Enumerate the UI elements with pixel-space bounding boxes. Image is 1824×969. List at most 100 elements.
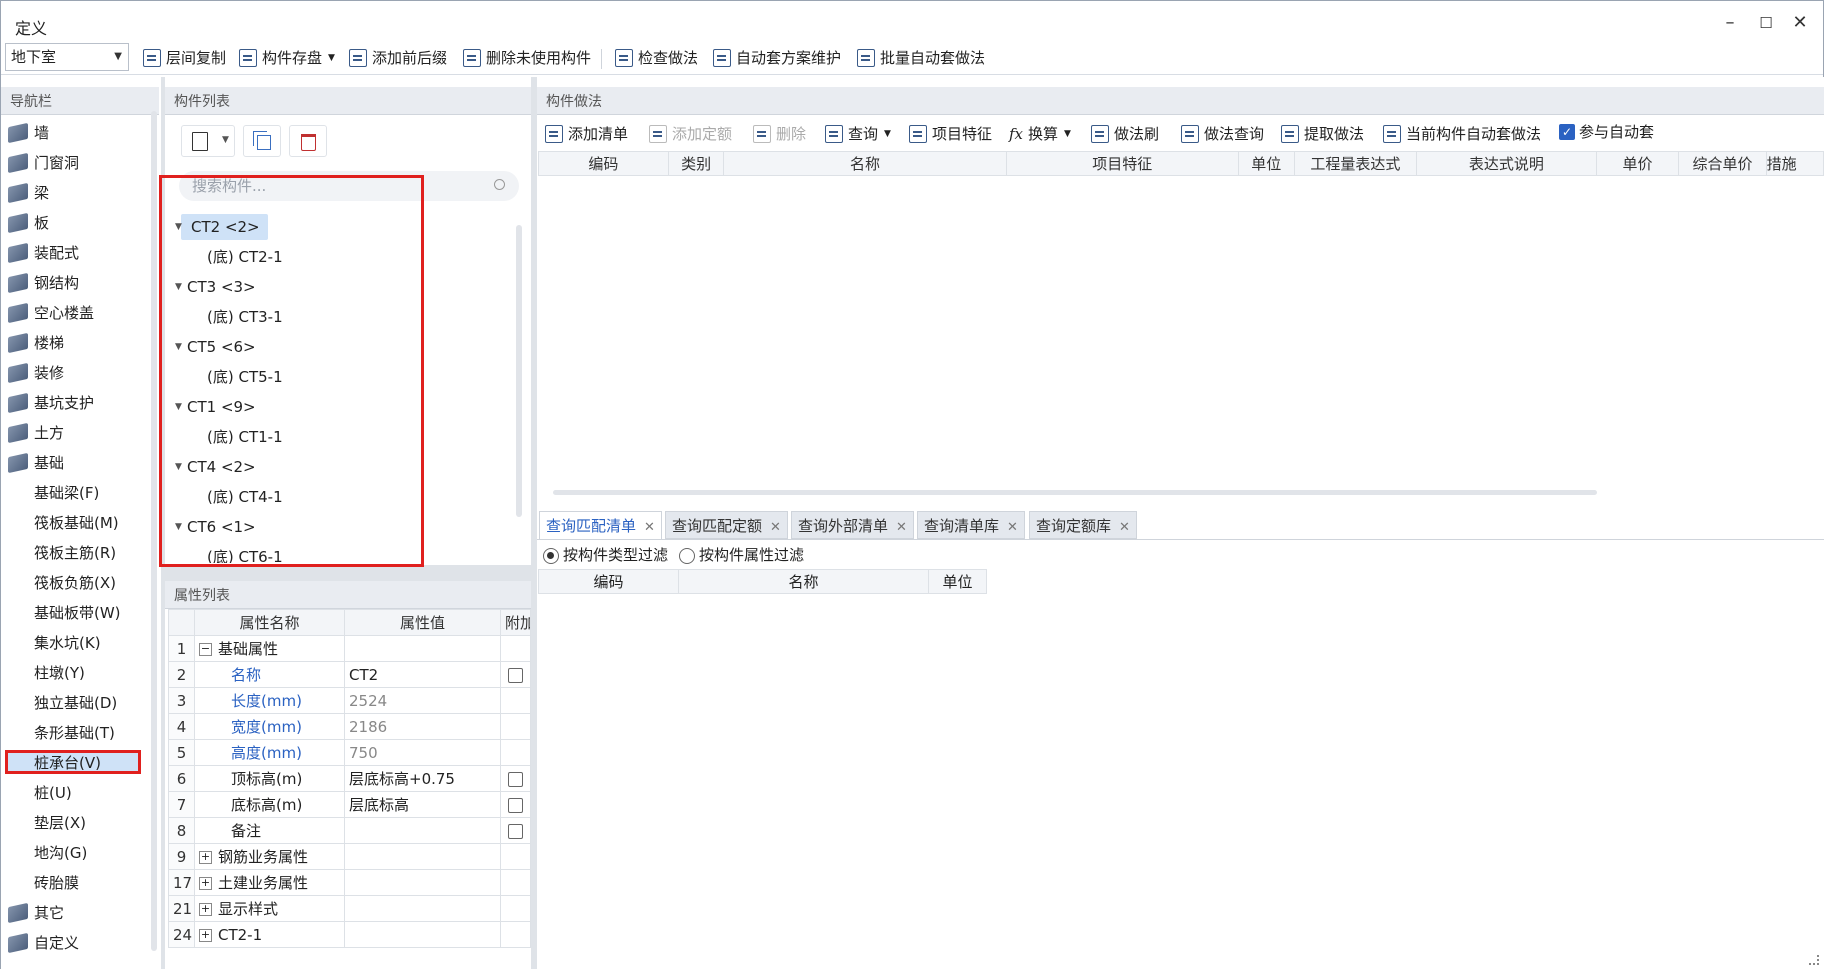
save-component-button[interactable]: 构件存盘 ▼ bbox=[239, 45, 335, 71]
prop-value[interactable]: 2186 bbox=[344, 713, 501, 740]
prop-value-cell[interactable] bbox=[344, 869, 501, 896]
join-auto-checkbox[interactable]: ✓ 参与自动套 bbox=[1559, 119, 1654, 145]
table-row[interactable]: 9 + 钢筋业务属性 bbox=[168, 843, 531, 870]
close-icon[interactable]: ✕ bbox=[1789, 13, 1811, 33]
method-brush-button[interactable]: 做法刷 bbox=[1091, 121, 1159, 147]
nav-sub-item[interactable]: 筏板基础(M) bbox=[34, 509, 119, 537]
nav-sub-item[interactable]: 集水坑(K) bbox=[34, 629, 101, 657]
nav-sub-item[interactable]: 筏板主筋(R) bbox=[34, 539, 116, 567]
nav-item-prefab[interactable]: 装配式 bbox=[1, 239, 151, 267]
tab-external-list[interactable]: 查询外部清单 ✕ bbox=[791, 511, 914, 539]
nav-item-earthwork[interactable]: 土方 bbox=[1, 419, 151, 447]
close-icon[interactable]: ✕ bbox=[770, 520, 781, 535]
prop-value[interactable]: CT2 bbox=[344, 661, 501, 688]
prop-value[interactable]: 层底标高 bbox=[344, 791, 501, 818]
nav-item-foundation[interactable]: 基础 bbox=[1, 449, 151, 477]
prop-value[interactable]: 2524 bbox=[344, 687, 501, 714]
auto-scheme-maintain-button[interactable]: 自动套方案维护 bbox=[713, 45, 841, 71]
nav-sub-item[interactable]: 桩(U) bbox=[34, 779, 72, 807]
tab-match-list[interactable]: 查询匹配清单 ✕ bbox=[539, 511, 662, 539]
tab-list-library[interactable]: 查询清单库 ✕ bbox=[917, 511, 1025, 539]
nav-sub-item[interactable]: 筏板负筋(X) bbox=[34, 569, 116, 597]
prop-value[interactable]: 750 bbox=[344, 739, 501, 766]
nav-sub-item[interactable]: 基础梁(F) bbox=[34, 479, 99, 507]
nav-item-custom[interactable]: 自定义 bbox=[1, 929, 151, 957]
horizontal-scrollbar[interactable] bbox=[553, 490, 1597, 495]
current-auto-method-button[interactable]: 当前构件自动套做法 bbox=[1383, 121, 1541, 147]
nav-sub-item[interactable]: 条形基础(T) bbox=[34, 719, 115, 747]
query-button[interactable]: 查询 ▼ bbox=[825, 121, 891, 147]
collapse-icon[interactable]: − bbox=[199, 643, 212, 656]
copy-between-floors-button[interactable]: 层间复制 bbox=[143, 45, 226, 71]
nav-item-slab[interactable]: 板 bbox=[1, 209, 151, 237]
close-icon[interactable]: ✕ bbox=[644, 520, 655, 535]
nav-scrollbar[interactable] bbox=[151, 111, 157, 951]
close-icon[interactable]: ✕ bbox=[1119, 520, 1130, 535]
maximize-icon[interactable]: ☐ bbox=[1755, 13, 1777, 33]
prop-value-cell[interactable] bbox=[344, 895, 501, 922]
table-row[interactable]: 17 + 土建业务属性 bbox=[168, 869, 531, 896]
extra-checkbox[interactable] bbox=[508, 823, 523, 839]
batch-auto-method-button[interactable]: 批量自动套做法 bbox=[857, 45, 985, 71]
nav-item-hollow-floor[interactable]: 空心楼盖 bbox=[1, 299, 151, 327]
floor-select[interactable]: 地下室 ▼ bbox=[5, 43, 129, 71]
extra-checkbox[interactable] bbox=[508, 797, 523, 813]
nav-item-door-window[interactable]: 门窗洞 bbox=[1, 149, 151, 177]
table-row[interactable]: 2 名称 CT2 bbox=[168, 661, 531, 688]
new-component-button[interactable]: ▼ bbox=[181, 125, 235, 157]
prop-value-cell[interactable] bbox=[344, 921, 501, 948]
expand-icon[interactable]: + bbox=[199, 903, 212, 916]
expand-icon[interactable]: + bbox=[199, 877, 212, 890]
tab-match-quota[interactable]: 查询匹配定额 ✕ bbox=[665, 511, 788, 539]
expand-icon[interactable]: + bbox=[199, 851, 212, 864]
resize-grip-icon[interactable] bbox=[1809, 955, 1819, 965]
nav-item-decoration[interactable]: 装修 bbox=[1, 359, 151, 387]
nav-sub-item[interactable]: 基础板带(W) bbox=[34, 599, 121, 627]
tab-quota-library[interactable]: 查询定额库 ✕ bbox=[1029, 511, 1137, 539]
panel-splitter[interactable] bbox=[165, 565, 531, 581]
method-query-button[interactable]: 做法查询 bbox=[1181, 121, 1264, 147]
prop-value-cell[interactable] bbox=[344, 817, 501, 844]
nav-sub-item[interactable]: 独立基础(D) bbox=[34, 689, 117, 717]
table-row[interactable]: 6 顶标高(m) 层底标高+0.75 bbox=[168, 765, 531, 792]
filter-by-type-radio[interactable]: 按构件类型过滤 bbox=[543, 543, 668, 567]
nav-item-pit-support[interactable]: 基坑支护 bbox=[1, 389, 151, 417]
nav-item-stair[interactable]: 楼梯 bbox=[1, 329, 151, 357]
add-quota-button[interactable]: 添加定额 bbox=[649, 121, 732, 147]
prop-value-cell[interactable] bbox=[344, 635, 501, 662]
prop-value-cell[interactable] bbox=[344, 843, 501, 870]
extra-checkbox[interactable] bbox=[508, 771, 523, 787]
table-row[interactable]: 24 + CT2-1 bbox=[168, 921, 531, 948]
extract-method-button[interactable]: 提取做法 bbox=[1281, 121, 1364, 147]
nav-sub-item[interactable]: 地沟(G) bbox=[34, 839, 87, 867]
check-method-button[interactable]: 检查做法 bbox=[615, 45, 698, 71]
table-row[interactable]: 3 长度(mm) 2524 bbox=[168, 687, 531, 714]
table-row[interactable]: 7 底标高(m) 层底标高 bbox=[168, 791, 531, 818]
nav-item-steel[interactable]: 钢结构 bbox=[1, 269, 151, 297]
nav-item-beam[interactable]: 梁 bbox=[1, 179, 151, 207]
table-row[interactable]: 21 + 显示样式 bbox=[168, 895, 531, 922]
nav-item-wall[interactable]: 墙 bbox=[1, 119, 151, 147]
delete-component-button[interactable] bbox=[289, 125, 327, 157]
item-feature-button[interactable]: 项目特征 bbox=[909, 121, 992, 147]
nav-item-other[interactable]: 其它 bbox=[1, 899, 151, 927]
add-list-button[interactable]: 添加清单 bbox=[545, 121, 628, 147]
table-row[interactable]: 1− 基础属性 bbox=[168, 635, 531, 662]
copy-component-button[interactable] bbox=[243, 125, 281, 157]
tree-scrollbar[interactable] bbox=[516, 225, 522, 517]
minimize-icon[interactable]: – bbox=[1719, 13, 1741, 33]
close-icon[interactable]: ✕ bbox=[896, 520, 907, 535]
nav-sub-item[interactable]: 砖胎膜 bbox=[34, 869, 79, 897]
filter-by-attr-radio[interactable]: 按构件属性过滤 bbox=[679, 543, 804, 567]
table-row[interactable]: 4 宽度(mm) 2186 bbox=[168, 713, 531, 740]
table-row[interactable]: 8 备注 bbox=[168, 817, 531, 844]
convert-button[interactable]: fx 换算 ▼ bbox=[1009, 121, 1071, 147]
extra-checkbox[interactable] bbox=[508, 667, 523, 683]
delete-unused-button[interactable]: 删除未使用构件 bbox=[463, 45, 591, 71]
expand-icon[interactable]: + bbox=[199, 928, 212, 942]
nav-sub-item[interactable]: 垫层(X) bbox=[34, 809, 86, 837]
prop-value[interactable]: 层底标高+0.75 bbox=[344, 765, 501, 792]
delete-button[interactable]: 删除 bbox=[753, 121, 806, 147]
nav-sub-item[interactable]: 柱墩(Y) bbox=[34, 659, 85, 687]
table-row[interactable]: 5 高度(mm) 750 bbox=[168, 739, 531, 766]
